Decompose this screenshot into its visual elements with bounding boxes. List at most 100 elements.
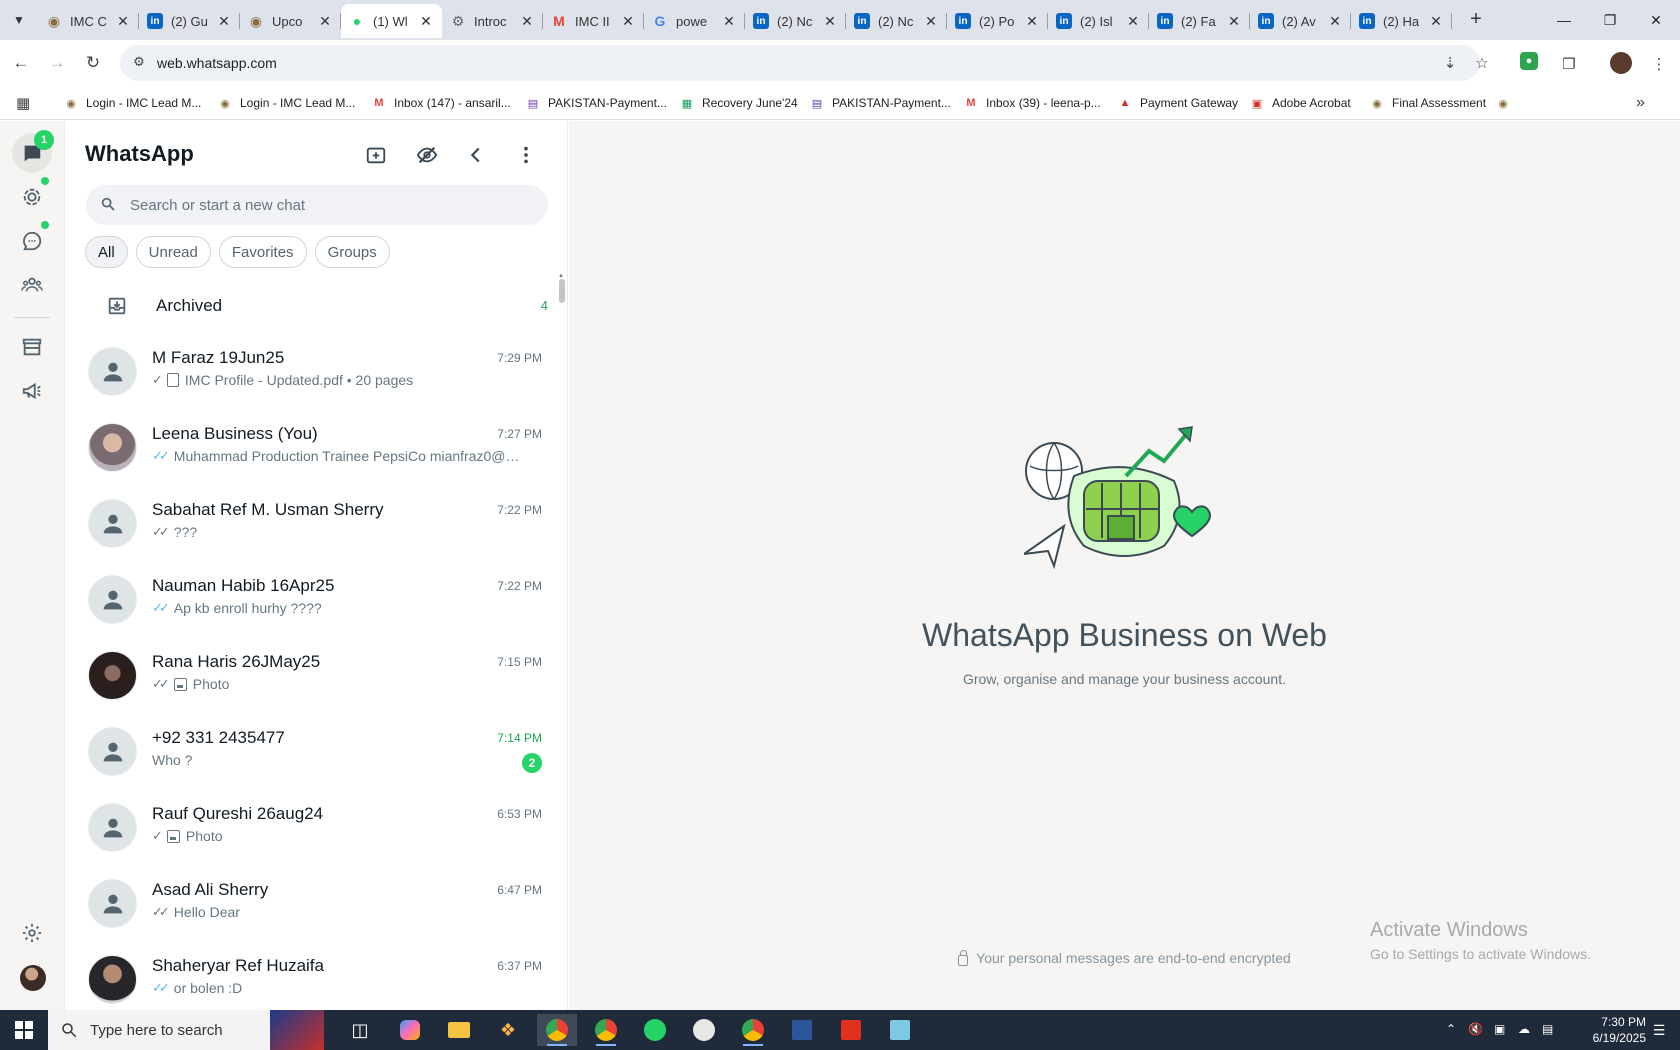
bookmark-item[interactable]: ◉ Final Assessment (1370, 94, 1486, 112)
browser-tab[interactable]: ◉ Upco ✕ (240, 4, 341, 38)
close-tab-icon[interactable]: ✕ (216, 13, 232, 30)
back-icon[interactable]: ← (8, 50, 34, 76)
browser-tab[interactable]: in (2) Av ✕ (1250, 4, 1351, 38)
close-tab-icon[interactable]: ✕ (822, 13, 838, 30)
chat-list-item[interactable]: Sabahat Ref M. Usman Sherry 7:22 PM ✓✓??? (66, 485, 556, 561)
close-tab-icon[interactable]: ✕ (1024, 13, 1040, 30)
chat-list-item[interactable]: +92 331 2435477 7:14 PM Who ? 2 (66, 713, 556, 789)
browser-tab[interactable]: in (2) Nc ✕ (846, 4, 947, 38)
file-explorer-icon[interactable] (439, 1014, 479, 1046)
reload-icon[interactable]: ↻ (80, 50, 106, 76)
bookmark-star-icon[interactable]: ☆ (1472, 54, 1492, 74)
app-icon[interactable]: ❖ (488, 1014, 528, 1046)
minimize-icon[interactable]: — (1541, 0, 1587, 40)
whatsapp-icon[interactable] (635, 1014, 675, 1046)
onedrive-icon[interactable]: ☁ (1518, 1022, 1530, 1036)
tab-search-icon[interactable]: ▼ (6, 8, 32, 32)
chat-list-item[interactable]: Rana Haris 26JMay25 7:15 PM ✓✓ Photo (66, 637, 556, 713)
meet-icon[interactable]: ▣ (1494, 1022, 1505, 1036)
chat-list-item[interactable]: Asad Ali Sherry 6:47 PM ✓✓ Hello Dear (66, 865, 556, 941)
restore-icon[interactable]: ❐ (1587, 0, 1633, 40)
forward-icon[interactable]: → (44, 50, 70, 76)
close-tab-icon[interactable]: ✕ (115, 13, 131, 30)
search-highlight-image[interactable] (270, 1010, 324, 1050)
bookmark-item[interactable]: ◉ Login - IMC Lead M... (64, 94, 201, 112)
clock-app-icon[interactable] (684, 1014, 724, 1046)
start-windows-icon[interactable] (0, 1010, 48, 1050)
browser-tab[interactable]: ⚙ Introc ✕ (442, 4, 543, 38)
url-text[interactable]: web.whatsapp.com (157, 55, 277, 71)
new-chat-icon[interactable] (360, 139, 392, 171)
browser-tab[interactable]: ◉ IMC C ✕ (38, 4, 139, 38)
profile-avatar[interactable] (20, 965, 46, 991)
close-tab-icon[interactable]: ✕ (1428, 13, 1444, 30)
chat-list-item[interactable]: Nauman Habib 16Apr25 7:22 PM ✓✓ Ap kb enrol… (66, 561, 556, 637)
close-tab-icon[interactable]: ✕ (721, 13, 737, 30)
chat-list-item[interactable]: Leena Business (You) 7:27 PM ✓✓ Muhammad Pr… (66, 409, 556, 485)
browser-tab[interactable]: in (2) Nc ✕ (745, 4, 846, 38)
chrome-icon[interactable] (537, 1014, 577, 1046)
network-icon[interactable]: ▤ (1542, 1022, 1553, 1036)
close-tab-icon[interactable]: ✕ (620, 13, 636, 30)
profile-avatar[interactable] (1610, 52, 1632, 74)
notifications-icon[interactable]: ☰ (1638, 1010, 1680, 1050)
site-info-icon[interactable]: ⚙ (130, 54, 148, 72)
sidebar-scrollbar[interactable] (559, 279, 565, 303)
archived-row[interactable]: Archived 4 (66, 281, 556, 331)
close-tab-icon[interactable]: ✕ (1226, 13, 1242, 30)
chat-list-item[interactable]: Rauf Qureshi 26aug24 6:53 PM ✓ Photo (66, 789, 556, 865)
extensions-puzzle-icon[interactable]: ❒ (1558, 53, 1580, 75)
communities-icon[interactable] (12, 265, 52, 305)
bookmark-item[interactable]: ▤ PAKISTAN-Payment... (526, 94, 667, 112)
new-tab-button[interactable]: + (1464, 8, 1488, 32)
acrobat-icon[interactable] (831, 1014, 871, 1046)
bookmark-item[interactable]: M Inbox (147) - ansaril... (372, 94, 510, 112)
tray-chevron-icon[interactable]: ⌃ (1446, 1022, 1456, 1036)
close-tab-icon[interactable]: ✕ (1327, 13, 1343, 30)
browser-tab[interactable]: in (2) Po ✕ (947, 4, 1048, 38)
catalog-store-icon[interactable] (12, 327, 52, 367)
filter-chip-groups[interactable]: Groups (314, 236, 390, 268)
filter-chip-unread[interactable]: Unread (135, 236, 211, 268)
more-bookmarks-icon[interactable]: » (1636, 94, 1645, 112)
advertise-megaphone-icon[interactable] (12, 371, 52, 411)
filter-chip-favorites[interactable]: Favorites (218, 236, 307, 268)
word-icon[interactable] (782, 1014, 822, 1046)
browser-tab[interactable]: in (2) Isl ✕ (1048, 4, 1149, 38)
address-bar[interactable]: ⚙ web.whatsapp.com ⇣ ☆ (120, 45, 1489, 81)
browser-tab[interactable]: Gpowe ✕ (644, 4, 745, 38)
close-tab-icon[interactable]: ✕ (418, 13, 434, 30)
notepad-icon[interactable] (880, 1014, 920, 1046)
taskbar-search[interactable]: Type here to search (48, 1010, 270, 1050)
chat-list-item[interactable]: Shaheryar Ref Huzaifa 6:37 PM ✓✓ or bolen :… (66, 941, 556, 1010)
task-view-icon[interactable]: ◫ (340, 1014, 380, 1046)
close-tab-icon[interactable]: ✕ (1125, 13, 1141, 30)
close-tab-icon[interactable]: ✕ (519, 13, 535, 30)
search-input[interactable] (130, 185, 530, 225)
close-tab-icon[interactable]: ✕ (923, 13, 939, 30)
bookmark-item[interactable]: ▤ PAKISTAN-Payment... (810, 94, 951, 112)
chrome-icon[interactable] (733, 1014, 773, 1046)
volume-muted-icon[interactable]: 🔇 (1468, 1022, 1483, 1036)
bookmark-item[interactable]: ◉ Login - IMC Lead M... (218, 94, 355, 112)
browser-menu-icon[interactable]: ⋮ (1648, 53, 1670, 75)
close-tab-icon[interactable]: ✕ (317, 13, 333, 30)
filter-chip-all[interactable]: All (85, 236, 128, 268)
settings-gear-icon[interactable] (12, 913, 52, 953)
extension-whatsapp-icon[interactable]: ● (1520, 52, 1538, 70)
browser-tab[interactable]: in (2) Fa ✕ (1149, 4, 1250, 38)
hide-eye-icon[interactable] (411, 139, 443, 171)
browser-tab[interactable]: M IMC II ✕ (543, 4, 644, 38)
menu-kebab-icon[interactable] (510, 139, 542, 171)
collapse-chevron-icon[interactable] (460, 139, 492, 171)
chrome-icon[interactable] (586, 1014, 626, 1046)
bookmark-overflow-icon[interactable]: ◉ (1496, 94, 1518, 112)
bookmark-item[interactable]: ▲ Payment Gateway (1118, 94, 1239, 112)
search-box[interactable] (86, 185, 548, 225)
bookmark-item[interactable]: ▦ Recovery June'24 (680, 94, 798, 112)
chat-list-item[interactable]: M Faraz 19Jun25 7:29 PM ✓ IMC Profile - Upd… (66, 333, 556, 409)
copilot-icon[interactable] (390, 1014, 430, 1046)
close-window-icon[interactable]: ✕ (1633, 0, 1679, 40)
apps-grid-icon[interactable]: ▦ (16, 94, 30, 112)
bookmark-item[interactable]: ▣ Adobe Acrobat (1250, 94, 1351, 112)
